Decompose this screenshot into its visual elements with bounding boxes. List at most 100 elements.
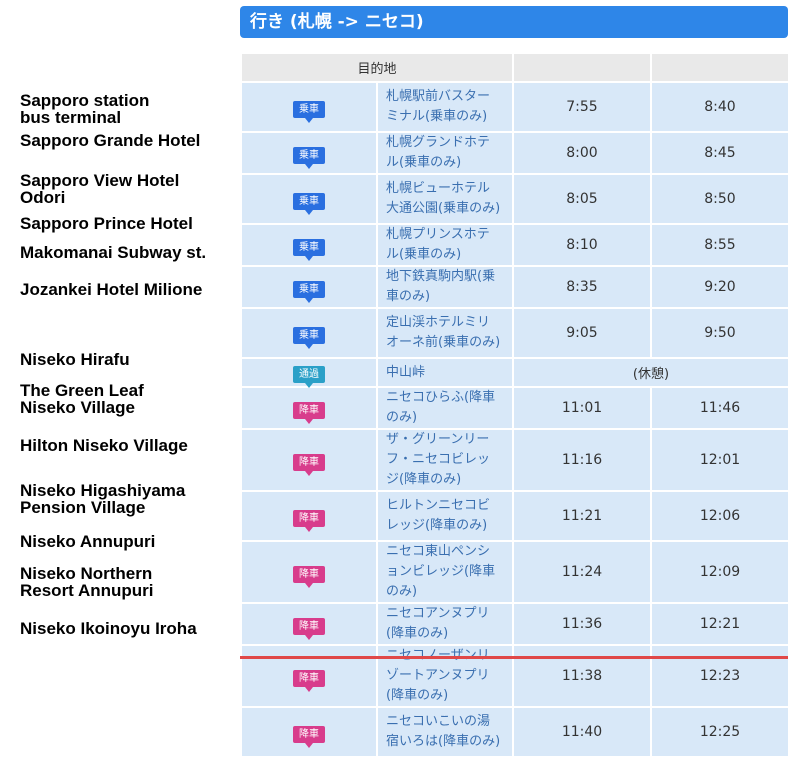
time-header-2 [650,52,790,83]
departure-time-2: 12:06 [650,490,790,542]
departure-time-2: 11:46 [650,386,790,430]
departure-time-2: 8:50 [650,173,790,225]
board-badge: 乗車 [293,100,325,123]
board-badge: 乗車 [293,192,325,215]
table-row: 降車 ザ・グリーンリーフ・ニセコビレッジ(降車のみ) 11:16 12:01 [240,428,790,492]
stop-type-cell: 降車 [240,644,378,708]
table-row: 降車 ニセコいこいの湯宿いろは(降車のみ) 11:40 12:25 [240,706,790,758]
departure-time-2: 8:40 [650,81,790,133]
stop-type-cell: 乗車 [240,223,378,267]
departure-time-2: 12:21 [650,602,790,646]
stop-name-jp: 地下鉄真駒内駅(乗車のみ) [376,265,514,309]
departure-time-2: 8:45 [650,131,790,175]
stop-name-jp: 札幌プリンスホテル(乗車のみ) [376,223,514,267]
stop-name-en: Sapporo station bus terminal [20,91,150,127]
pass-badge: 通過 [293,366,325,388]
table-row: 乗車 定山渓ホテルミリオーネ前(乗車のみ) 9:05 9:50 [240,307,790,359]
departure-time-1: 8:05 [512,173,652,225]
english-stop-labels: Sapporo station bus terminal Sapporo Grand… [0,0,240,659]
departure-time-2: 9:50 [650,307,790,359]
stop-name-en: Niseko Northern Resort Annupuri [20,564,154,600]
rest-note: (休憩) [512,357,790,388]
stop-type-cell: 降車 [240,386,378,430]
stop-name-jp: ニセコノーザンリゾートアンヌプリ(降車のみ) [376,644,514,708]
table-row: 乗車 札幌駅前バスターミナル(乗車のみ) 7:55 8:40 [240,81,790,133]
departure-time-2: 12:01 [650,428,790,492]
stop-name-en: The Green Leaf Niseko Village [20,381,144,417]
stop-name-en: Sapporo View Hotel Odori [20,171,180,207]
stop-type-cell: 降車 [240,540,378,604]
table-row: 降車 ニセコひらふ(降車のみ) 11:01 11:46 [240,386,790,430]
departure-time-1: 11:24 [512,540,652,604]
stop-name-jp: ニセコ東山ペンションビレッジ(降車のみ) [376,540,514,604]
departure-time-1: 11:16 [512,428,652,492]
stop-name-en: Makomanai Subway st. [20,243,207,262]
alight-badge: 降車 [293,401,325,424]
stop-name-jp: 札幌ビューホテル大通公園(乗車のみ) [376,173,514,225]
route-title: 行き (札幌 -> ニセコ) [250,12,424,32]
stop-type-cell: 降車 [240,428,378,492]
departure-time-1: 8:00 [512,131,652,175]
stop-name-en: Sapporo Prince Hotel [20,214,193,233]
stop-name-jp: ザ・グリーンリーフ・ニセコビレッジ(降車のみ) [376,428,514,492]
time-header-1 [512,52,652,83]
table-row: 乗車 札幌プリンスホテル(乗車のみ) 8:10 8:55 [240,223,790,267]
stop-name-en: Niseko Ikoinoyu Iroha [20,619,197,638]
table-row: 降車 ニセコアンヌプリ(降車のみ) 11:36 12:21 [240,602,790,646]
departure-time-1: 11:36 [512,602,652,646]
table-row: 乗車 地下鉄真駒内駅(乗車のみ) 8:35 9:20 [240,265,790,309]
table-row: 降車 ニセコノーザンリゾートアンヌプリ(降車のみ)11:3812:23 [240,644,790,708]
departure-time-1: 9:05 [512,307,652,359]
alight-badge: 降車 [293,509,325,532]
departure-time-2: 12:23 [650,644,790,708]
departure-time-2: 8:55 [650,223,790,267]
board-badge: 乗車 [293,238,325,261]
alight-badge: 降車 [293,617,325,640]
alight-badge: 降車 [293,669,325,692]
stop-type-cell: 乗車 [240,265,378,309]
timetable: 目的地 乗車 札幌駅前バスターミナル(乗車のみ) 7:55 8:40 乗車 札幌グランドホ… [240,52,790,758]
stop-name-jp: 定山渓ホテルミリオーネ前(乗車のみ) [376,307,514,359]
stop-type-cell: 乗車 [240,307,378,359]
stop-type-cell: 降車 [240,602,378,646]
destination-header: 目的地 [240,52,514,83]
departure-time-2: 12:25 [650,706,790,758]
stop-name-jp: ニセコアンヌプリ(降車のみ) [376,602,514,646]
stop-type-cell: 降車 [240,490,378,542]
alight-badge: 降車 [293,725,325,748]
stop-type-cell: 乗車 [240,81,378,133]
departure-time-1: 7:55 [512,81,652,133]
stop-name-en: Hilton Niseko Village [20,436,188,455]
board-badge: 乗車 [293,280,325,303]
stop-type-cell: 乗車 [240,131,378,175]
route-title-bar: 行き (札幌 -> ニセコ) [240,6,788,38]
table-row: 降車 ニセコ東山ペンションビレッジ(降車のみ) 11:24 12:09 [240,540,790,604]
stop-name-jp: ヒルトンニセコビレッジ(降車のみ) [376,490,514,542]
stop-type-cell: 降車 [240,706,378,758]
departure-time-1: 11:38 [512,644,652,708]
table-row: 降車 ヒルトンニセコビレッジ(降車のみ) 11:21 12:06 [240,490,790,542]
departure-time-1: 8:10 [512,223,652,267]
stop-name-en: Niseko Higashiyama Pension Village [20,481,186,517]
stop-type-cell: 乗車 [240,173,378,225]
table-header-row: 目的地 [240,52,790,83]
departure-time-2: 12:09 [650,540,790,604]
table-row: 乗車 札幌グランドホテル(乗車のみ) 8:00 8:45 [240,131,790,175]
departure-time-1: 11:01 [512,386,652,430]
stop-name-en: Niseko Annupuri [20,532,156,551]
stop-name-jp: ニセコいこいの湯宿いろは(降車のみ) [376,706,514,758]
table-row: 通過 中山峠 (休憩) [240,357,790,388]
board-badge: 乗車 [293,326,325,349]
alight-badge: 降車 [293,453,325,476]
stop-type-cell: 通過 [240,357,378,388]
departure-time-1: 8:35 [512,265,652,309]
stop-name-jp: ニセコひらふ(降車のみ) [376,386,514,430]
stop-name-jp: 札幌グランドホテル(乗車のみ) [376,131,514,175]
alight-badge: 降車 [293,565,325,588]
departure-time-1: 11:21 [512,490,652,542]
departure-time-1: 11:40 [512,706,652,758]
board-badge: 乗車 [293,146,325,169]
stop-name-jp: 中山峠 [376,357,514,388]
departure-time-2: 9:20 [650,265,790,309]
stop-name-jp: 札幌駅前バスターミナル(乗車のみ) [376,81,514,133]
